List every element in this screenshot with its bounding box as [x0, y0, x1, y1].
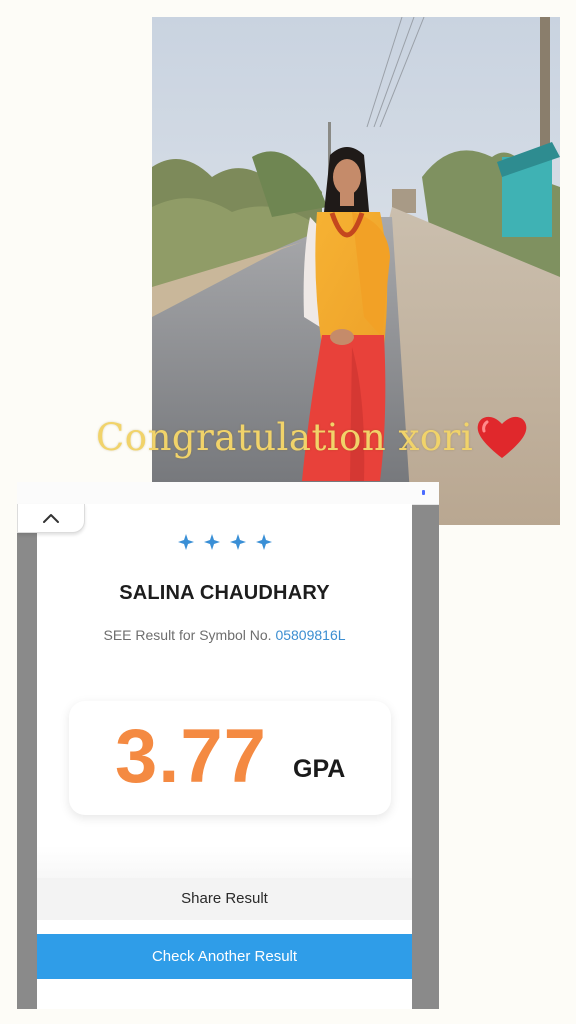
sparkle-star-icon — [203, 534, 220, 550]
panel-footer — [37, 979, 412, 1009]
sparkle-star-icon — [177, 534, 194, 550]
gpa-value: 3.77 — [115, 714, 267, 799]
sparkle-star-icon — [229, 534, 246, 550]
symbol-number: 05809816L — [275, 627, 346, 643]
status-dot — [422, 490, 425, 495]
gpa-card: 3.77 GPA — [69, 701, 391, 815]
result-screenshot: SALINA CHAUDHARY SEE Result for Symbol N… — [17, 482, 439, 1009]
screenshot-top-bar — [17, 482, 439, 505]
collapse-toggle[interactable] — [17, 504, 85, 533]
student-name: SALINA CHAUDHARY — [119, 582, 330, 604]
symbol-prefix: SEE Result for Symbol No. — [103, 627, 272, 643]
sparkle-star-icon — [255, 534, 272, 550]
star-row — [37, 534, 412, 550]
share-result-button[interactable]: Share Result — [37, 878, 412, 920]
section-divider — [37, 846, 412, 878]
red-heart-icon — [477, 416, 527, 458]
symbol-line: SEE Result for Symbol No. 05809816L — [37, 627, 412, 643]
result-panel: SALINA CHAUDHARY SEE Result for Symbol N… — [37, 504, 412, 1009]
caption-text: Congratulation xori — [96, 415, 474, 459]
congratulation-caption: Congratulation xori — [96, 410, 529, 464]
check-another-result-button[interactable]: Check Another Result — [37, 934, 412, 979]
chevron-up-icon — [43, 514, 59, 523]
gpa-label: GPA — [293, 755, 346, 783]
